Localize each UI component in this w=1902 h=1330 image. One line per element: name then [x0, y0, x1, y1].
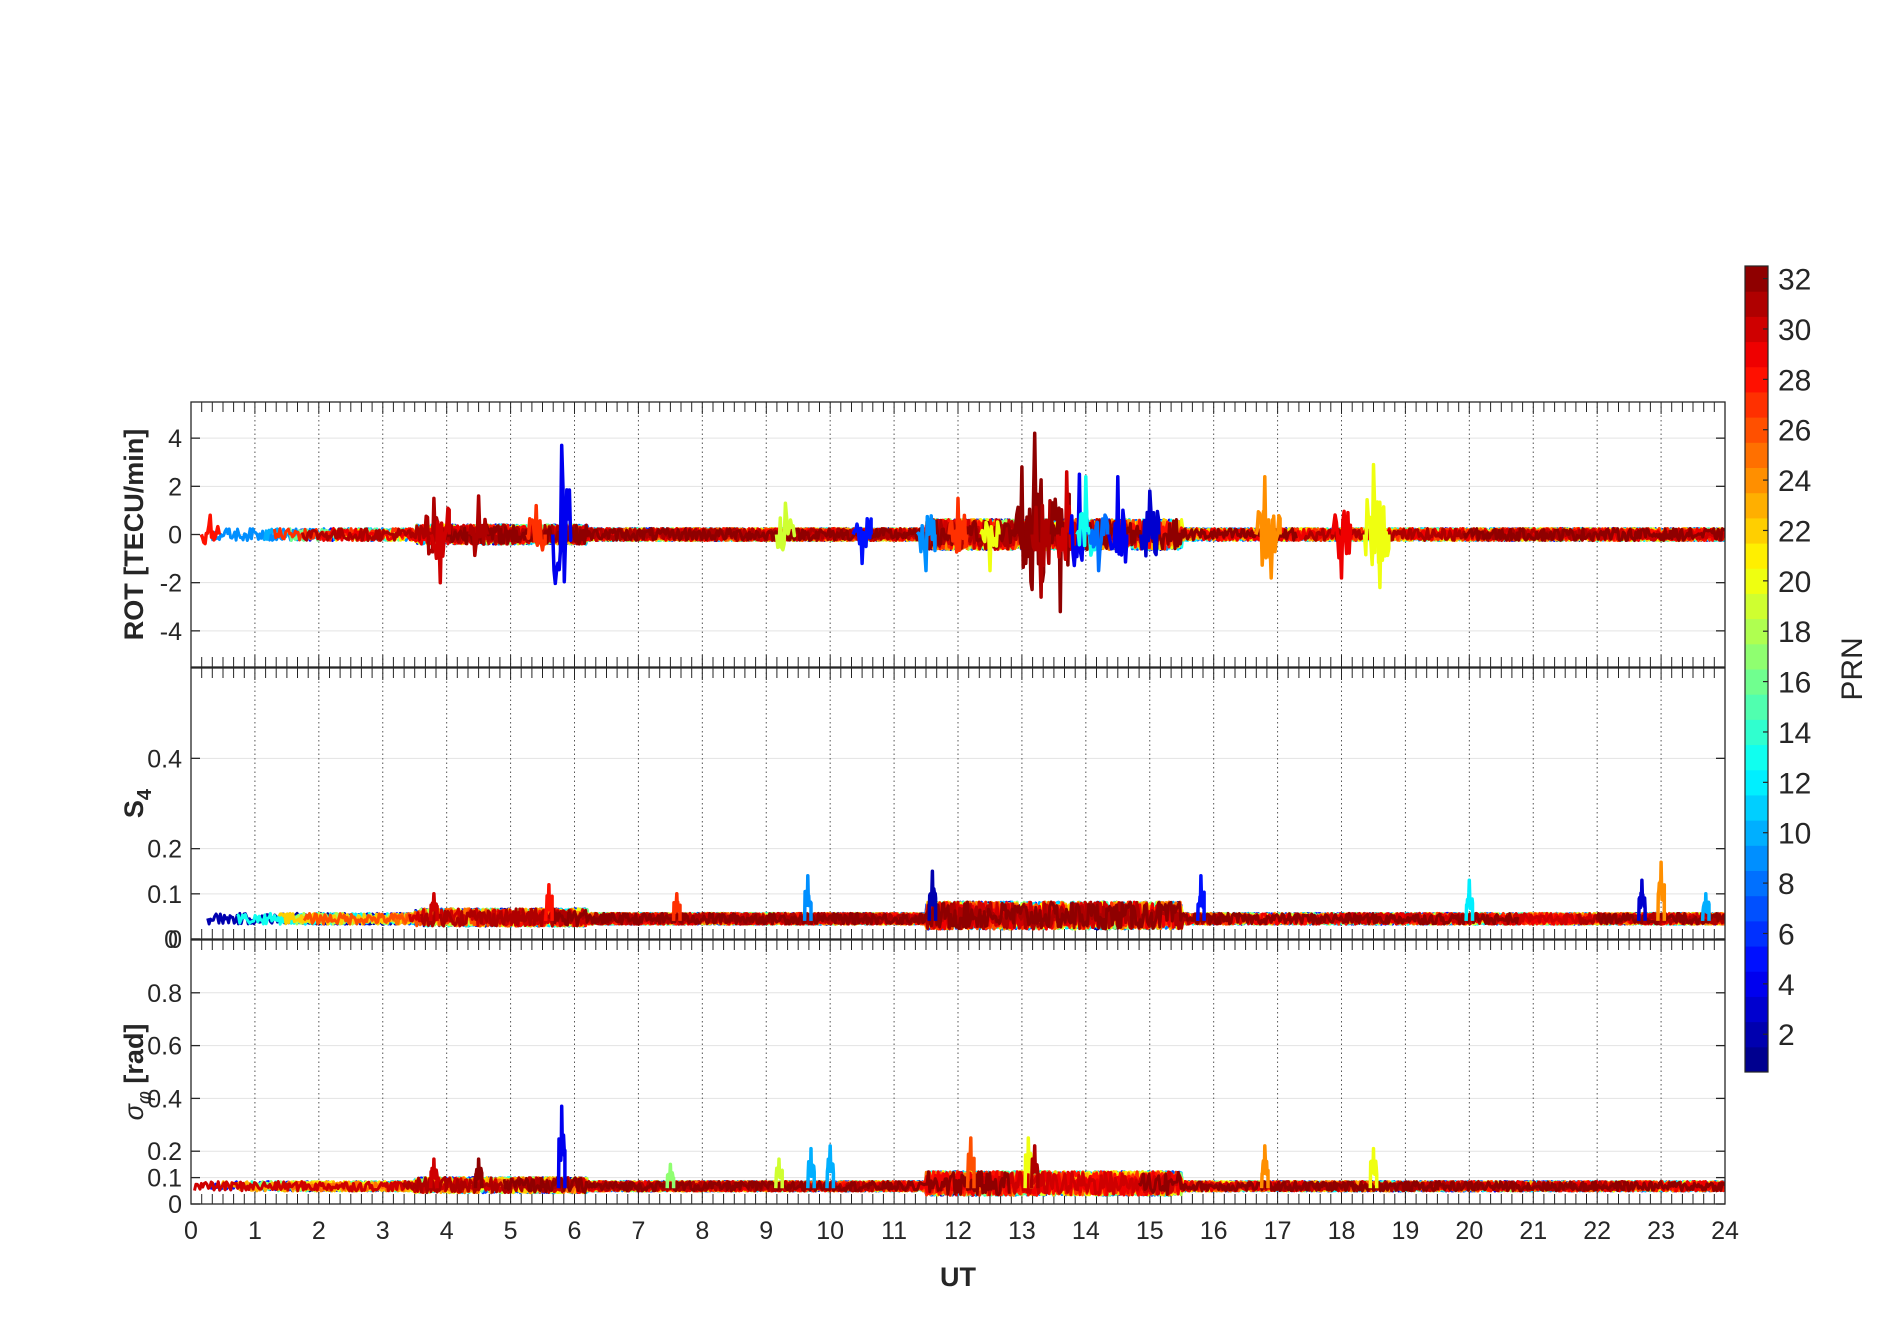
- x-tick-label: 4: [440, 1217, 454, 1245]
- x-tick-label: 20: [1455, 1217, 1483, 1245]
- x-tick-label: 2: [312, 1217, 326, 1245]
- colorbar-tick-label: 28: [1778, 364, 1811, 397]
- rot-ytick-label: 4: [168, 425, 182, 453]
- colorbar-swatch-prn-1: [1745, 1046, 1768, 1073]
- x-tick-label: 18: [1328, 1217, 1356, 1245]
- rot-ylabel: ROT [TECU/min]: [119, 429, 149, 640]
- colorbar-swatch-prn-17: [1745, 643, 1768, 670]
- colorbar-tick-label: 16: [1778, 667, 1811, 700]
- colorbar-swatch-prn-25: [1745, 442, 1768, 468]
- colorbar-swatch-prn-15: [1745, 694, 1768, 720]
- colorbar-swatch-prn-13: [1745, 744, 1768, 771]
- x-tick-label: 10: [816, 1217, 844, 1245]
- colorbar-tick-label: 32: [1778, 264, 1811, 297]
- colorbar-tick-label: 8: [1778, 868, 1795, 901]
- s4-ytick-label: 0.1: [147, 881, 182, 909]
- x-axis: 0 1 2 3 4 5 6 7 8 9 10 11 12 13 14 15 16 17 18 19 20 21 22 23 24…: [184, 1217, 1739, 1292]
- x-tick-label: 1: [248, 1217, 262, 1245]
- x-tick-label: 23: [1647, 1217, 1675, 1245]
- x-tick-label: 15: [1136, 1217, 1164, 1245]
- colorbar-tick-label: 30: [1778, 314, 1811, 347]
- x-tick-label: 7: [631, 1217, 645, 1245]
- s4-ytick-label-extra: 0: [164, 926, 178, 954]
- x-tick-label: 5: [504, 1217, 518, 1245]
- x-tick-label: 3: [376, 1217, 390, 1245]
- colorbar-swatch-prn-11: [1745, 794, 1768, 821]
- rot-panel: -4 -2 0 2 4 ROT [TECU/min]: [119, 401, 1726, 668]
- x-tick-label: 16: [1200, 1217, 1228, 1245]
- sigma-ytick-label: 0.2: [147, 1138, 182, 1166]
- colorbar-tick-label: 14: [1778, 717, 1811, 750]
- figure: -4-2024ROT [TECU/min]00.10.20.40S400.10.…: [119, 264, 1869, 1292]
- colorbar-tick-label: 10: [1778, 818, 1811, 851]
- colorbar-swatch-prn-29: [1745, 341, 1768, 368]
- x-tick-label: 6: [568, 1217, 582, 1245]
- colorbar-swatch-prn-7: [1745, 895, 1768, 922]
- colorbar-swatch-prn-3: [1745, 996, 1768, 1023]
- x-tick-label: 24: [1711, 1217, 1739, 1245]
- x-tick-label: 9: [759, 1217, 773, 1245]
- colorbar-swatch-prn-5: [1745, 946, 1768, 972]
- rot-ytick-label: -4: [160, 618, 182, 646]
- colorbar-tick-label: 4: [1778, 969, 1795, 1002]
- colorbar-tick-label: 2: [1778, 1019, 1795, 1052]
- x-tick-label: 17: [1264, 1217, 1292, 1245]
- sigma-ytick-label: 0: [168, 1191, 182, 1219]
- colorbar-swatch-prn-27: [1745, 391, 1768, 418]
- sigma-ytick-label: 0.1: [147, 1165, 182, 1193]
- colorbar-tick-label: 22: [1778, 515, 1811, 548]
- x-tick-label: 19: [1392, 1217, 1420, 1245]
- x-axis-label: UT: [940, 1262, 976, 1292]
- colorbar-tick-label: 6: [1778, 918, 1795, 951]
- colorbar-tick-label: 18: [1778, 616, 1811, 649]
- panels: -4-2024ROT [TECU/min]00.10.20.40S400.10.…: [119, 401, 1726, 1219]
- colorbar-label: PRN: [1836, 637, 1869, 700]
- colorbar-tick-label: 24: [1778, 465, 1811, 498]
- sigma-ytick-label: 0.8: [147, 980, 182, 1008]
- x-tick-label: 13: [1008, 1217, 1036, 1245]
- colorbar-swatch-prn-31: [1745, 291, 1768, 317]
- x-tick-label: 22: [1583, 1217, 1611, 1245]
- x-tick-label: 12: [944, 1217, 972, 1245]
- rot-ytick-label: 0: [168, 522, 182, 550]
- colorbar-tick-label: 12: [1778, 767, 1811, 800]
- rot-ytick-label: 2: [168, 473, 182, 501]
- x-tick-label: 8: [695, 1217, 709, 1245]
- colorbar-swatch-prn-19: [1745, 593, 1768, 620]
- sigma-panel: 00.10.20.40.60.8σφ [rad]: [119, 939, 1726, 1219]
- s4-panel: 00.10.20.40S4: [119, 667, 1726, 954]
- colorbar-swatch-prn-9: [1745, 845, 1768, 871]
- x-tick-label: 21: [1519, 1217, 1547, 1245]
- s4-ytick-label: 0.2: [147, 836, 182, 864]
- colorbar: 2468101214161820222426283032PRN: [1744, 264, 1869, 1073]
- colorbar-tick-label: 20: [1778, 566, 1811, 599]
- colorbar-swatch-prn-21: [1745, 543, 1768, 569]
- x-tick-label: 14: [1072, 1217, 1100, 1245]
- sigma-ytick-label: 0.6: [147, 1033, 182, 1061]
- colorbar-tick-label: 26: [1778, 415, 1811, 448]
- colorbar-swatch-prn-23: [1745, 492, 1768, 519]
- x-tick-label: 11: [881, 1217, 907, 1245]
- rot-ytick-label: -2: [160, 570, 182, 598]
- x-tick-label: 0: [184, 1217, 198, 1245]
- s4-ylabel: S4: [119, 788, 156, 818]
- s4-ytick-label: 0.4: [147, 745, 182, 773]
